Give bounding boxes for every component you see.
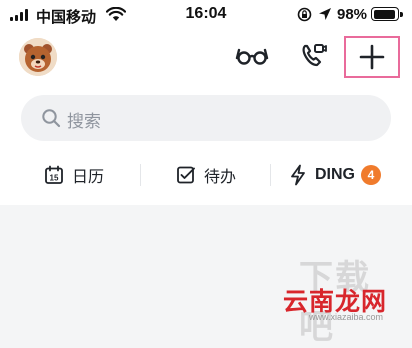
tab-divider (270, 164, 271, 186)
lightning-icon (291, 164, 305, 186)
tab-calendar-label: 日历 (72, 169, 105, 186)
tab-todo-label: 待办 (204, 169, 237, 186)
ding-count-badge: 4 (361, 165, 381, 185)
search-placeholder: 搜索 (67, 112, 101, 131)
tab-divider (140, 164, 141, 186)
glasses-icon[interactable] (232, 36, 272, 74)
tab-todo[interactable]: 待办 (176, 155, 236, 195)
battery-fill (373, 9, 396, 19)
quick-tabs: 15 日历 待办 DING 4 (0, 155, 412, 195)
battery-icon (371, 7, 403, 21)
rotation-lock-icon (297, 7, 312, 22)
search-icon (42, 109, 61, 128)
battery-percent: 98% (337, 6, 368, 23)
avatar[interactable] (19, 38, 57, 76)
tab-ding[interactable]: DING 4 (289, 155, 381, 195)
tab-calendar[interactable]: 15 日历 (44, 155, 104, 195)
tab-ding-label: DING (315, 166, 355, 183)
search-input[interactable]: 搜索 (21, 95, 391, 141)
avatar-image (19, 38, 57, 76)
watermark: 下载吧 云南龙网 www.xiazaiba.com (283, 250, 405, 346)
add-icon[interactable] (344, 36, 400, 78)
calendar-icon: 15 (45, 165, 63, 184)
watermark-url: www.xiazaiba.com (309, 312, 384, 322)
status-bar: 中国移动 16:04 98% (0, 0, 412, 30)
svg-text:15: 15 (50, 174, 59, 183)
location-icon (319, 8, 331, 20)
phone-video-icon[interactable] (295, 36, 331, 74)
top-panel: 中国移动 16:04 98% 搜索 15 日历 待办 DING 4 (0, 0, 412, 205)
checkbox-icon (177, 166, 195, 184)
